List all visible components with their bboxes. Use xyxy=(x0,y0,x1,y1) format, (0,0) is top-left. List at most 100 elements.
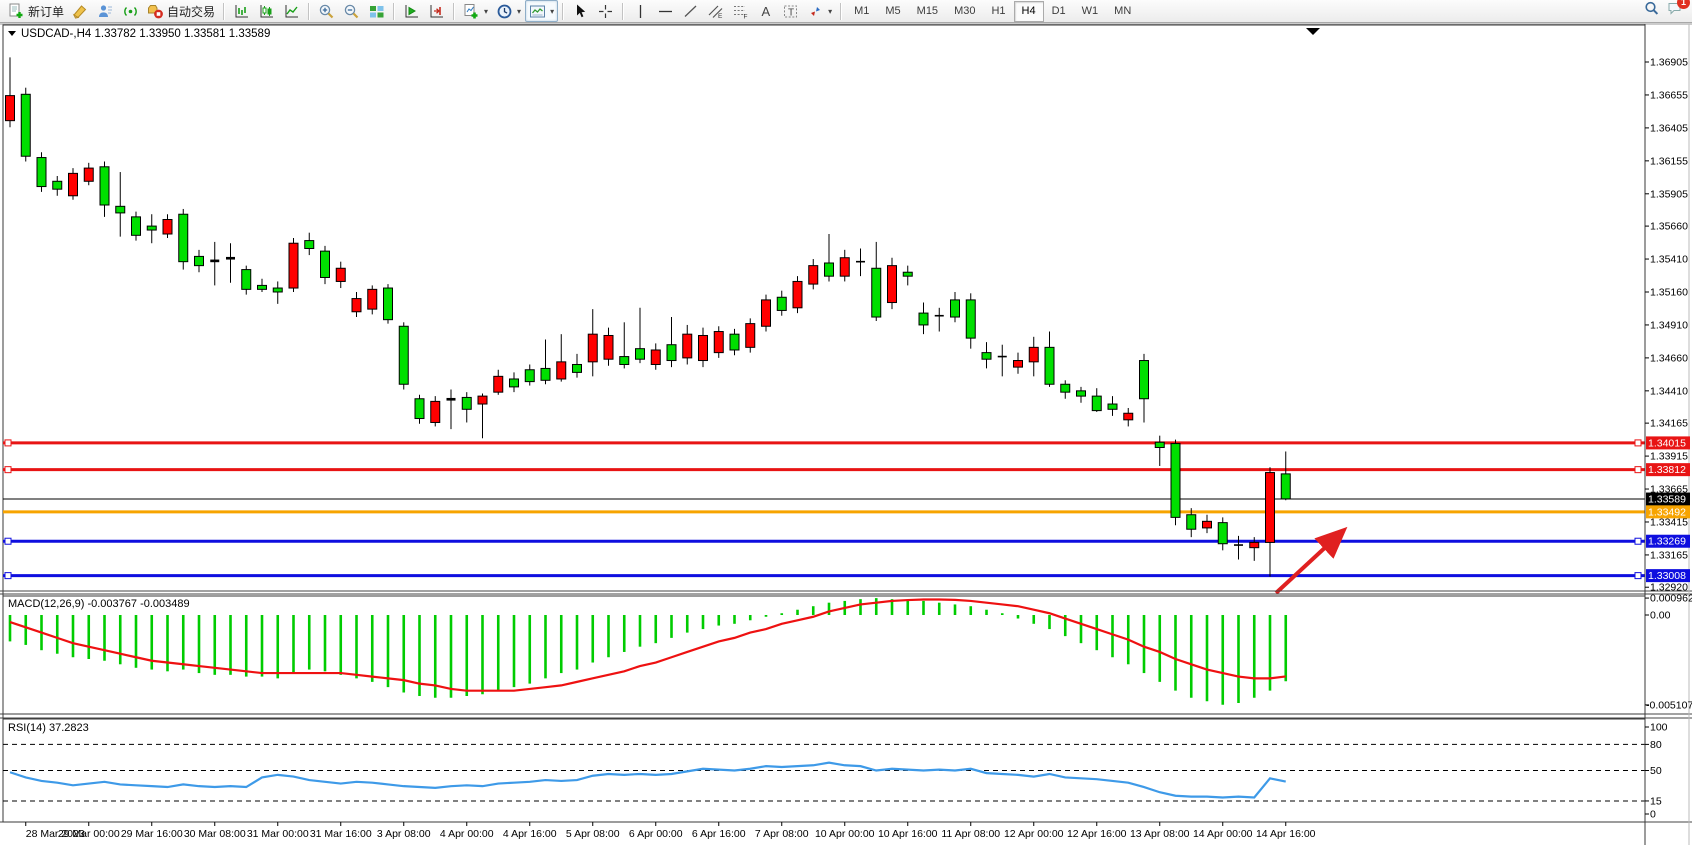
price-tick-label: 1.35410 xyxy=(1650,254,1688,266)
autotrading-button[interactable]: 自动交易 xyxy=(143,0,219,22)
candle-body xyxy=(683,334,692,358)
line-handle-left[interactable] xyxy=(5,538,11,544)
timeframe-m5-button[interactable]: M5 xyxy=(877,1,908,22)
candle-body xyxy=(510,379,519,387)
line-handle-right[interactable] xyxy=(1635,440,1641,446)
candle-body xyxy=(147,226,156,230)
chevron-down-icon[interactable]: ▾ xyxy=(517,7,521,16)
macd-tick-label: -0.005107 xyxy=(1646,699,1692,711)
time-label: 3 Apr 08:00 xyxy=(377,828,431,840)
line-icon xyxy=(283,3,300,20)
price-label-text: 1.34015 xyxy=(1648,437,1686,449)
line-handle-right[interactable] xyxy=(1635,573,1641,579)
price-tick-label: 1.33915 xyxy=(1650,451,1688,463)
candle-body xyxy=(431,401,440,422)
line-handle-right[interactable] xyxy=(1635,467,1641,473)
candle xyxy=(746,318,755,352)
candle xyxy=(384,284,393,324)
timeframe-m30-button[interactable]: M30 xyxy=(946,1,983,22)
macd-pane: MACD(12,26,9) -0.003767 -0.003489 xyxy=(3,596,1645,714)
candle-body xyxy=(462,397,471,409)
arrows-button[interactable]: ▾ xyxy=(803,0,836,22)
auto-scroll-button[interactable] xyxy=(399,0,424,22)
new-order-button[interactable]: 新订单 xyxy=(4,0,68,22)
bar-chart-mode-button[interactable] xyxy=(229,0,254,22)
candle-body xyxy=(258,285,267,289)
line-handle-left[interactable] xyxy=(5,573,11,579)
line-handle-left[interactable] xyxy=(5,467,11,473)
timeframe-h4-button[interactable]: H4 xyxy=(1014,1,1044,22)
timeframe-w1-button[interactable]: W1 xyxy=(1074,1,1107,22)
indicators-button[interactable]: ▾ xyxy=(459,0,492,22)
search-button[interactable] xyxy=(1643,0,1660,22)
fibonacci-retracement-button[interactable]: F xyxy=(728,0,753,22)
candle-body xyxy=(305,241,314,249)
price-tick-label: 1.35160 xyxy=(1650,286,1688,298)
styler-button[interactable] xyxy=(68,0,93,22)
crosshair-icon xyxy=(597,3,614,20)
candle-body xyxy=(777,297,786,310)
line-chart-mode-button[interactable] xyxy=(279,0,304,22)
chart-shift-button[interactable] xyxy=(424,0,449,22)
price-tick-label: 1.36655 xyxy=(1650,89,1688,101)
price-line-axis-label: 1.34015 xyxy=(1646,436,1690,449)
chevron-down-icon[interactable]: ▾ xyxy=(828,7,832,16)
new-order-icon xyxy=(8,3,25,20)
trendline-icon xyxy=(682,3,699,20)
candle-body xyxy=(525,370,534,382)
candle-body xyxy=(1171,444,1180,518)
macd-label: MACD(12,26,9) -0.003767 -0.003489 xyxy=(8,598,190,610)
templates-button[interactable]: ▾ xyxy=(525,0,558,22)
chevron-down-icon[interactable]: ▾ xyxy=(484,7,488,16)
text-label-button[interactable]: T xyxy=(778,0,803,22)
vertical-line-button[interactable] xyxy=(628,0,653,22)
candle-body xyxy=(966,300,975,338)
time-label: 14 Apr 00:00 xyxy=(1193,828,1253,840)
price-tick-label: 1.34410 xyxy=(1650,385,1688,397)
time-label: 6 Apr 00:00 xyxy=(629,828,683,840)
autoscroll-icon xyxy=(403,3,420,20)
timeframe-h1-button[interactable]: H1 xyxy=(983,1,1013,22)
equidistant-channel-button[interactable]: E xyxy=(703,0,728,22)
candle-body xyxy=(336,268,345,281)
cursor-button[interactable] xyxy=(568,0,593,22)
trendline-button[interactable] xyxy=(678,0,703,22)
svg-text:A: A xyxy=(762,4,771,19)
signals-button[interactable] xyxy=(118,0,143,22)
channel-icon: E xyxy=(707,3,724,20)
zoom-in-button[interactable] xyxy=(314,0,339,22)
timeframe-d1-button[interactable]: D1 xyxy=(1044,1,1074,22)
chevron-down-icon[interactable]: ▾ xyxy=(550,7,554,16)
svg-text:T: T xyxy=(788,7,794,18)
timeframe-m15-button[interactable]: M15 xyxy=(909,1,946,22)
toolbar-separator xyxy=(223,3,225,20)
candle-body xyxy=(53,181,62,189)
timeframe-mn-button[interactable]: MN xyxy=(1106,1,1139,22)
crosshair-button[interactable] xyxy=(593,0,618,22)
notifications-button[interactable]: 1 xyxy=(1666,0,1684,22)
candle-chart-mode-button[interactable] xyxy=(254,0,279,22)
horizontal-line-button[interactable] xyxy=(653,0,678,22)
new-order-label: 新订单 xyxy=(28,3,64,20)
periods-button[interactable]: ▾ xyxy=(492,0,525,22)
candle xyxy=(793,276,802,313)
chart-title: USDCAD-,H4 1.33782 1.33950 1.33581 1.335… xyxy=(8,28,270,40)
line-handle-left[interactable] xyxy=(5,440,11,446)
time-label: 5 Apr 08:00 xyxy=(566,828,620,840)
rsi-tick-label: 100 xyxy=(1650,722,1668,734)
tile-windows-button[interactable] xyxy=(364,0,389,22)
autotrading-label: 自动交易 xyxy=(167,3,215,20)
text-button[interactable]: A xyxy=(753,0,778,22)
chart-canvas[interactable]: MACD(12,26,9) -0.003767 -0.003489RSI(14)… xyxy=(0,23,1692,846)
candle-body xyxy=(21,94,30,156)
time-label: 12 Apr 00:00 xyxy=(1004,828,1064,840)
crayon-icon xyxy=(72,3,89,20)
candle-body xyxy=(6,96,15,121)
candle xyxy=(289,238,298,292)
price-tick-label: 1.35905 xyxy=(1650,188,1688,200)
line-handle-right[interactable] xyxy=(1635,538,1641,544)
arrows-icon xyxy=(807,3,824,20)
market-watch-button[interactable] xyxy=(93,0,118,22)
zoom-out-button[interactable] xyxy=(339,0,364,22)
timeframe-m1-button[interactable]: M1 xyxy=(846,1,877,22)
